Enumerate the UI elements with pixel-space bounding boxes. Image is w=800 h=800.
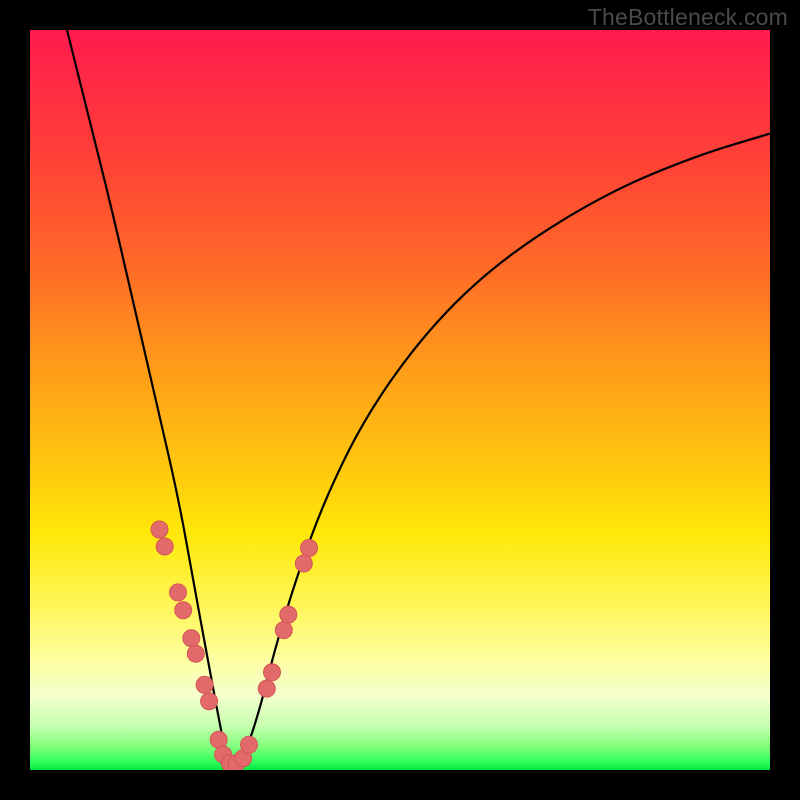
- data-marker: [301, 540, 318, 557]
- data-marker: [264, 664, 281, 681]
- data-marker: [196, 676, 213, 693]
- data-marker: [151, 521, 168, 538]
- gradient-plot-area: [30, 30, 770, 770]
- data-marker: [183, 630, 200, 647]
- bottleneck-curve: [67, 30, 770, 764]
- data-marker: [280, 606, 297, 623]
- data-marker: [170, 584, 187, 601]
- data-marker: [187, 645, 204, 662]
- data-marker: [241, 736, 258, 753]
- data-marker: [258, 680, 275, 697]
- data-marker: [201, 693, 218, 710]
- curve-layer: [30, 30, 770, 770]
- data-marker: [295, 555, 312, 572]
- data-marker: [275, 622, 292, 639]
- data-markers: [151, 521, 318, 770]
- watermark-label: TheBottleneck.com: [588, 4, 788, 31]
- data-marker: [175, 602, 192, 619]
- data-marker: [156, 538, 173, 555]
- chart-frame: TheBottleneck.com: [0, 0, 800, 800]
